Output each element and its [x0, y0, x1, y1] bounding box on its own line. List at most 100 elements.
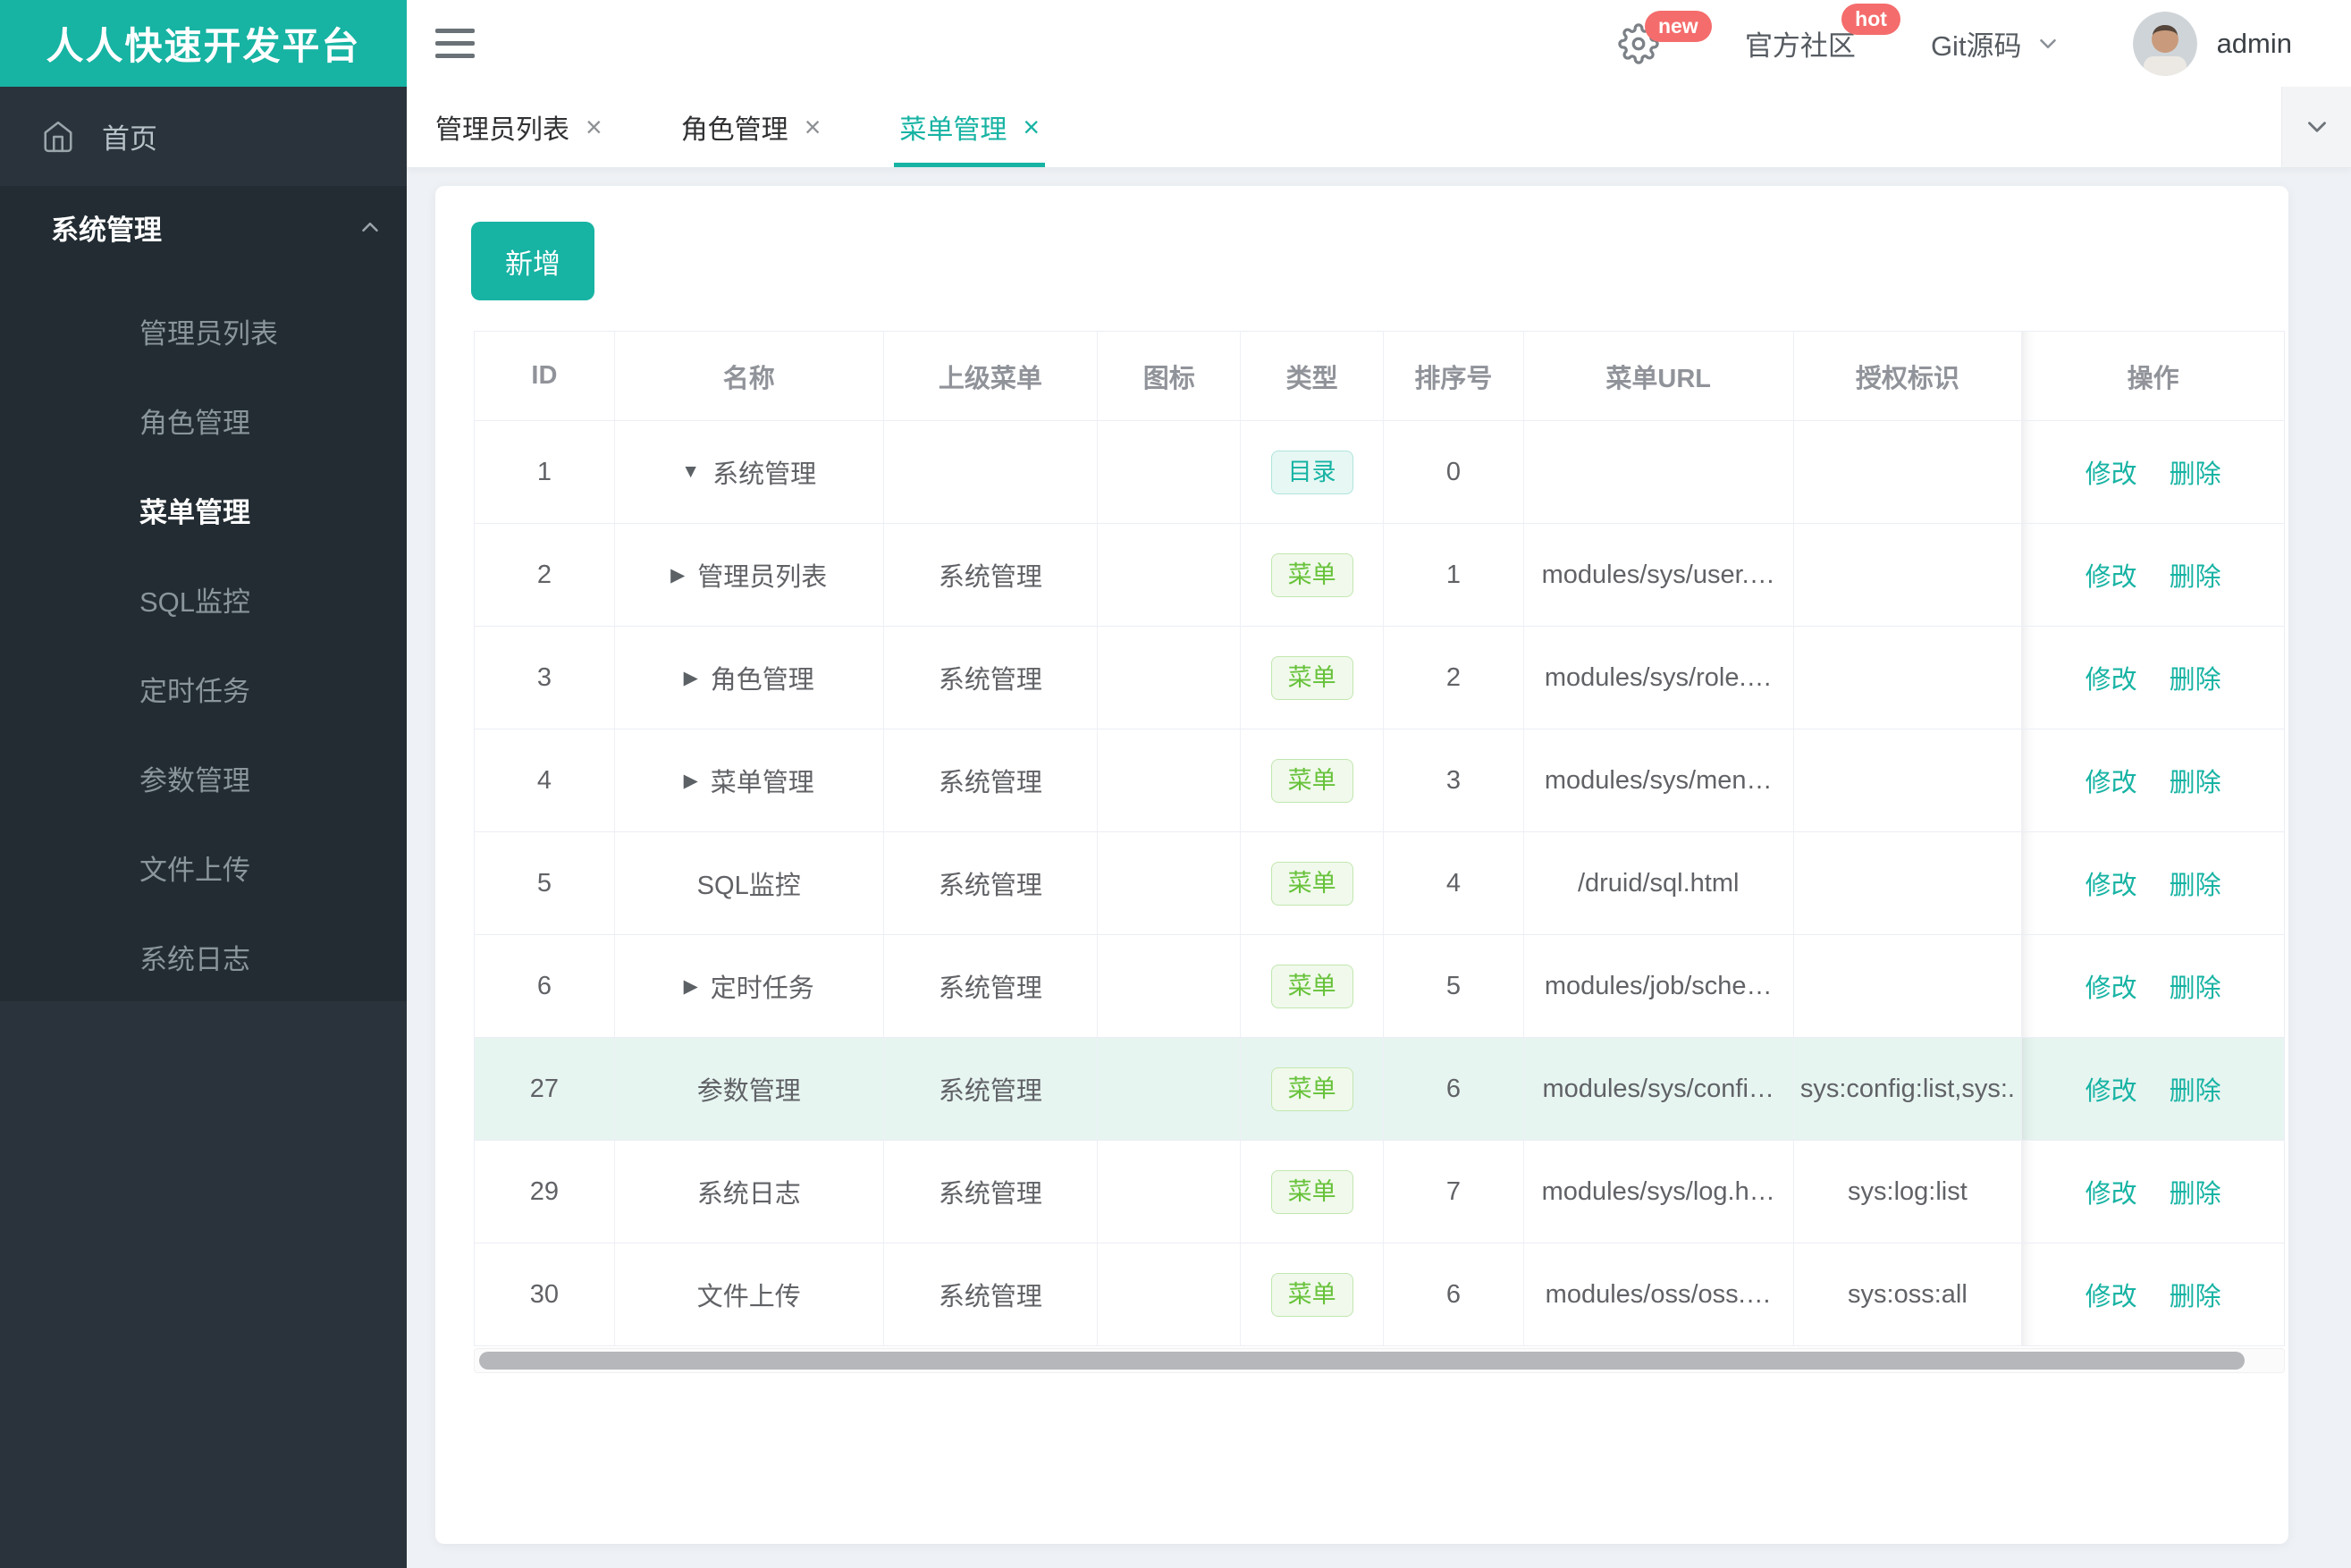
expand-closed-icon[interactable]: ▶	[684, 975, 698, 998]
edit-link[interactable]: 修改	[2086, 967, 2137, 1005]
table-header-cell: 排序号	[1384, 332, 1524, 421]
action-links: 修改 删除	[2086, 453, 2221, 491]
expand-closed-icon[interactable]: ▶	[684, 667, 698, 689]
table-row[interactable]: 6 ▶ 定时任务 系统管理 菜单 5 modules/job/sche… 修改 删除	[475, 935, 2284, 1038]
edit-link[interactable]: 修改	[2086, 1173, 2137, 1210]
cell-perms: sys:config:list,sys:.	[1793, 1038, 2023, 1140]
cell-name: ▶ 管理员列表	[614, 524, 884, 626]
community-link[interactable]: 官方社区 hot	[1745, 4, 1900, 63]
cell-perms	[1793, 524, 2023, 626]
cell-perms	[1793, 421, 2023, 523]
tab-list-dropdown-button[interactable]	[2281, 87, 2351, 167]
edit-link[interactable]: 修改	[2086, 762, 2137, 799]
delete-link[interactable]: 删除	[2170, 1276, 2221, 1313]
user-menu[interactable]: admin	[2132, 11, 2292, 76]
cell-sort: 2	[1384, 627, 1524, 729]
expand-closed-icon[interactable]: ▶	[684, 770, 698, 792]
cell-name: ▶ 定时任务	[614, 935, 884, 1037]
edit-link[interactable]: 修改	[2086, 659, 2137, 696]
table-header-cell: ID	[475, 332, 615, 421]
menu-name-label: 管理员列表	[697, 563, 828, 592]
horizontal-scrollbar-thumb[interactable]	[479, 1352, 2245, 1370]
tab-item[interactable]: 菜单管理 ×	[894, 87, 1045, 167]
edit-link[interactable]: 修改	[2086, 556, 2137, 594]
settings-button[interactable]: new	[1618, 10, 1712, 64]
cell-parent-menu: 系统管理	[883, 935, 1099, 1037]
delete-link[interactable]: 删除	[2170, 1173, 2221, 1210]
table-row[interactable]: 5 SQL监控 系统管理 菜单 4/druid/sql.html 修改 删除	[475, 832, 2284, 935]
avatar	[2132, 11, 2197, 76]
cell-url: /druid/sql.html	[1523, 832, 1794, 934]
cell-icon	[1098, 524, 1242, 626]
cell-name: ▶ 菜单管理	[614, 729, 884, 831]
expand-closed-icon[interactable]: ▶	[670, 564, 685, 586]
sidebar-item-label: 定时任务	[139, 675, 250, 707]
type-badge: 菜单	[1270, 758, 1353, 803]
cell-url: modules/sys/men…	[1523, 729, 1794, 831]
table-row[interactable]: 29 系统日志 系统管理 菜单 7 modules/sys/log.h… sys:log:l…	[475, 1141, 2284, 1243]
close-icon[interactable]: ×	[586, 113, 602, 141]
table-row[interactable]: 30 文件上传 系统管理 菜单 6 modules/oss/oss.… sys:oss:al…	[475, 1243, 2284, 1346]
table-row[interactable]: 2 ▶ 管理员列表 系统管理 菜单 1 modules/sys/user.… 修改 删除	[475, 524, 2284, 627]
table-header-cell: 上级菜单	[883, 332, 1099, 421]
cell-actions: 修改 删除	[2022, 1141, 2284, 1243]
table-header-cell: 类型	[1241, 332, 1384, 421]
cell-actions: 修改 删除	[2022, 832, 2284, 934]
sidebar-item[interactable]: 角色管理	[0, 375, 407, 465]
git-source-link[interactable]: Git源码	[1931, 23, 2061, 63]
cell-parent-menu: 系统管理	[883, 1141, 1099, 1243]
sidebar-item-home[interactable]: 首页	[0, 87, 407, 186]
edit-link[interactable]: 修改	[2086, 864, 2137, 902]
table-row[interactable]: 4 ▶ 菜单管理 系统管理 菜单 3 modules/sys/men… 修改 删除	[475, 729, 2284, 832]
sidebar-item-label: 菜单管理	[139, 496, 250, 528]
cell-actions: 修改 删除	[2022, 729, 2284, 831]
sidebar-toggle-button[interactable]	[435, 0, 475, 87]
cell-id: 29	[475, 1141, 615, 1243]
cell-parent-menu	[883, 421, 1099, 523]
delete-link[interactable]: 删除	[2170, 1070, 2221, 1108]
sidebar-group-title[interactable]: 系统管理	[0, 186, 407, 268]
app-header: 人人快速开发平台 new 官方社区 hot Git源码 admin	[0, 0, 2351, 87]
sidebar-item[interactable]: 菜单管理	[0, 465, 407, 554]
edit-link[interactable]: 修改	[2086, 1276, 2137, 1313]
sidebar-item[interactable]: 管理员列表	[0, 286, 407, 375]
table-row[interactable]: 3 ▶ 角色管理 系统管理 菜单 2 modules/sys/role.… 修改 删除	[475, 627, 2284, 729]
tab-item[interactable]: 角色管理 ×	[681, 87, 822, 167]
delete-link[interactable]: 删除	[2170, 659, 2221, 696]
hot-badge: hot	[1841, 4, 1900, 35]
cell-actions: 修改 删除	[2022, 935, 2284, 1037]
table-row[interactable]: 1 ▼ 系统管理 目录 0 修改 删除	[475, 421, 2284, 524]
delete-link[interactable]: 删除	[2170, 453, 2221, 491]
sidebar-item[interactable]: 文件上传	[0, 822, 407, 912]
cell-url	[1523, 421, 1794, 523]
chevron-up-icon	[357, 214, 383, 240]
expand-open-icon[interactable]: ▼	[681, 461, 700, 483]
action-links: 修改 删除	[2086, 659, 2221, 696]
delete-link[interactable]: 删除	[2170, 762, 2221, 799]
sidebar-item[interactable]: 参数管理	[0, 733, 407, 822]
edit-link[interactable]: 修改	[2086, 1070, 2137, 1108]
home-icon	[41, 120, 75, 154]
edit-link[interactable]: 修改	[2086, 453, 2137, 491]
delete-link[interactable]: 删除	[2170, 967, 2221, 1005]
sidebar-item[interactable]: SQL监控	[0, 554, 407, 644]
close-icon[interactable]: ×	[1023, 113, 1040, 141]
content-card: 新增 ID 名称 上级菜单 图标 类型 排序号 菜单URL 授权标识 操作 1 ▼ 系统管理 目录 0 修…	[435, 186, 2288, 1544]
sidebar-item[interactable]: 系统日志	[0, 912, 407, 1001]
cell-name: SQL监控	[614, 832, 884, 934]
sidebar-item[interactable]: 定时任务	[0, 644, 407, 733]
cell-perms: sys:oss:all	[1793, 1243, 2023, 1345]
sidebar-item-label: 参数管理	[139, 764, 250, 797]
delete-link[interactable]: 删除	[2170, 864, 2221, 902]
delete-link[interactable]: 删除	[2170, 556, 2221, 594]
horizontal-scrollbar-track[interactable]	[474, 1348, 2285, 1373]
cell-sort: 0	[1384, 421, 1524, 523]
close-icon[interactable]: ×	[805, 113, 822, 141]
table-row[interactable]: 27 参数管理 系统管理 菜单 6 modules/sys/confi… sys:confi…	[475, 1038, 2284, 1141]
sidebar-group-system: 系统管理 管理员列表 角色管理菜单管理 SQL监控定时任务参数管理文件上传 系统日志	[0, 186, 407, 1001]
table-header-cell: 图标	[1098, 332, 1242, 421]
tab-item[interactable]: 管理员列表 ×	[435, 87, 602, 167]
action-links: 修改 删除	[2086, 1276, 2221, 1313]
add-button[interactable]: 新增	[471, 222, 594, 300]
sidebar: 首页 系统管理 管理员列表 角色管理菜单管理 SQL监控定时任务参数管理文件上传 系统…	[0, 87, 407, 1568]
